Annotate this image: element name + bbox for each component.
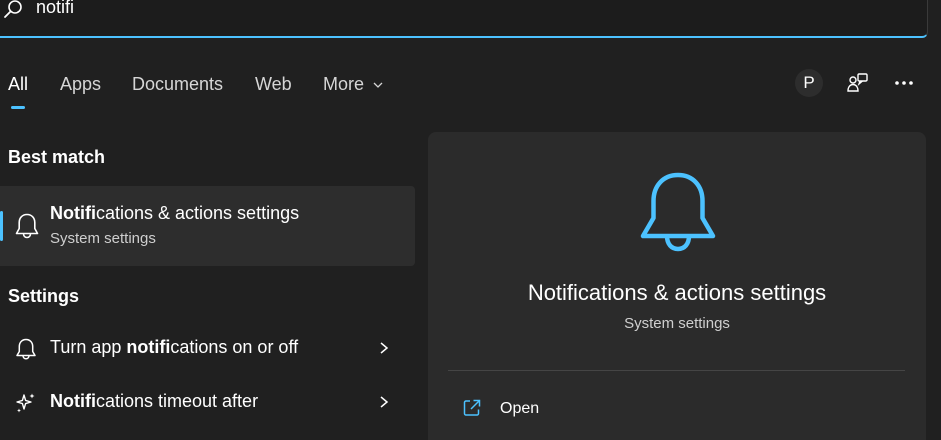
tab-all-label: All — [8, 74, 29, 94]
divider — [448, 370, 905, 371]
search-box[interactable] — [0, 0, 928, 38]
search-flyout: All Apps Documents Web More P Bes — [0, 0, 941, 440]
settings-header: Settings — [8, 286, 80, 306]
settings-item-label: Turn app notifications on or off — [50, 337, 298, 358]
tab-web-label: Web — [255, 74, 292, 94]
open-button[interactable]: Open — [462, 394, 662, 424]
label-post: cations timeout after — [95, 391, 259, 411]
bell-icon — [15, 213, 39, 239]
tab-all[interactable]: All — [8, 74, 28, 95]
tab-apps-label: Apps — [60, 74, 102, 94]
match-highlight: notifi — [126, 337, 171, 357]
tab-more-label: More — [323, 74, 365, 94]
label-pre: Turn app — [50, 337, 127, 357]
chevron-right-icon — [380, 342, 389, 354]
match-highlight: Notifi — [50, 203, 96, 223]
search-icon — [4, 0, 22, 18]
chevron-right-icon — [380, 396, 389, 408]
active-tab-indicator — [11, 106, 25, 109]
label-post: cations on or off — [170, 337, 299, 357]
sparkle-icon — [16, 393, 35, 413]
tab-apps[interactable]: Apps — [60, 74, 101, 95]
feedback-icon[interactable] — [846, 72, 868, 94]
tab-documents[interactable]: Documents — [132, 74, 223, 95]
open-external-icon — [463, 399, 481, 416]
settings-item-notifications-timeout[interactable]: Notifications timeout after — [0, 379, 415, 425]
best-match-header: Best match — [8, 147, 106, 167]
preview-panel: Notifications & actions settings System … — [428, 132, 926, 440]
preview-subtitle: System settings — [624, 315, 730, 332]
match-highlight: Notifi — [50, 391, 96, 411]
selection-accent — [0, 211, 3, 241]
settings-item-label: Notifications timeout after — [50, 391, 258, 412]
tab-documents-label: Documents — [132, 74, 224, 94]
filter-tabs: All Apps Documents Web More — [0, 70, 420, 110]
preview-title: Notifications & actions settings — [527, 280, 827, 305]
tab-more[interactable]: More — [323, 74, 383, 95]
tab-web[interactable]: Web — [255, 74, 292, 95]
more-options-icon[interactable] — [893, 74, 915, 92]
open-label: Open — [500, 400, 540, 417]
best-match-title: Notifications & actions settings — [50, 203, 299, 224]
avatar-initial: P — [803, 73, 815, 92]
best-match-title-rest: cations & actions settings — [95, 203, 300, 223]
best-match-subtitle: System settings — [50, 230, 156, 247]
search-input[interactable] — [36, 0, 436, 18]
best-match-item[interactable]: Notifications & actions settings System … — [0, 186, 415, 266]
settings-item-app-notifications[interactable]: Turn app notifications on or off — [0, 325, 415, 371]
bell-icon — [640, 172, 716, 252]
user-avatar[interactable]: P — [795, 69, 823, 97]
bell-icon — [16, 338, 36, 360]
chevron-down-icon — [373, 82, 383, 89]
